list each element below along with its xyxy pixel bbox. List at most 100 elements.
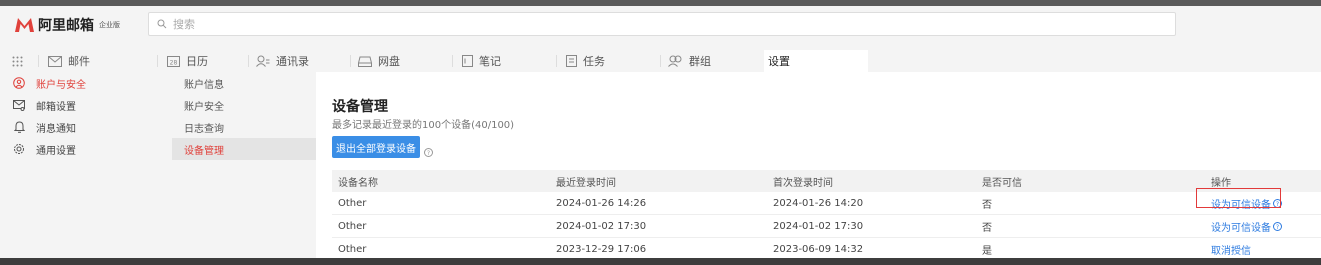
sub-item-account-info[interactable]: 账户信息 xyxy=(172,72,316,94)
search-box[interactable] xyxy=(148,12,1176,36)
tab-label: 设置 xyxy=(768,55,790,68)
tab-notes[interactable]: 笔记 xyxy=(462,50,501,72)
nav-item-mail-settings[interactable]: 邮箱设置 xyxy=(0,94,172,116)
sub-item-label: 账户安全 xyxy=(184,101,224,113)
tab-separator xyxy=(350,55,351,67)
tab-label: 群组 xyxy=(689,55,711,68)
table-row: Other 2024-01-26 14:26 2024-01-26 14:20 … xyxy=(332,192,1321,215)
tab-tasks[interactable]: 任务 xyxy=(566,50,605,72)
tab-label: 网盘 xyxy=(378,55,400,68)
page-title: 设备管理 xyxy=(332,99,388,115)
sub-item-label: 设备管理 xyxy=(184,145,224,157)
tab-calendar[interactable]: 28 日历 xyxy=(167,50,208,72)
drive-icon xyxy=(358,56,372,67)
help-icon[interactable]: ? xyxy=(1273,221,1282,231)
set-trusted-device-link[interactable]: 设为可信设备 ? xyxy=(1211,219,1282,234)
svg-text:28: 28 xyxy=(170,60,178,67)
cell-trusted: 否 xyxy=(982,199,992,211)
nav-label: 通用设置 xyxy=(36,145,76,157)
tab-label: 任务 xyxy=(583,55,605,68)
tab-groups[interactable]: 群组 xyxy=(668,50,711,72)
header-last-login: 最近登录时间 xyxy=(556,177,616,189)
cell-last-login: 2023-12-29 17:06 xyxy=(556,243,647,255)
search-input[interactable] xyxy=(173,17,573,31)
help-icon[interactable]: ? xyxy=(424,142,433,161)
svg-text:?: ? xyxy=(1276,224,1279,231)
tab-label: 日历 xyxy=(186,55,208,68)
contacts-icon xyxy=(256,55,270,67)
highlight-annotation-box xyxy=(1196,188,1281,208)
brand-logo[interactable]: 阿里邮箱 企业版 xyxy=(14,15,120,35)
tab-separator xyxy=(452,55,453,67)
sub-item-log-query[interactable]: 日志查询 xyxy=(172,116,316,138)
brand-edition: 企业版 xyxy=(99,21,120,29)
cell-first-login: 2023-06-09 14:32 xyxy=(773,243,864,255)
settings-left-nav: 账户与安全 邮箱设置 消息通知 通用设置 xyxy=(0,72,172,160)
mail-app: 阿里邮箱 企业版 邮件 28 日历 通讯录 网盘 xyxy=(0,6,1321,261)
tab-drive[interactable]: 网盘 xyxy=(358,50,400,72)
settings-sub-nav: 账户信息 账户安全 日志查询 设备管理 xyxy=(172,72,316,260)
cell-device-name: Other xyxy=(338,220,367,232)
cell-device-name: Other xyxy=(338,243,367,255)
device-management-panel: 设备管理 最多记录最近登录的100个设备(40/100) 退出全部登录设备 ? … xyxy=(316,72,1321,261)
tab-separator xyxy=(38,55,39,67)
sub-item-label: 日志查询 xyxy=(184,123,224,135)
action-label: 设为可信设备 xyxy=(1211,222,1271,234)
table-row: Other 2024-01-02 17:30 2024-01-02 17:30 … xyxy=(332,215,1321,238)
tab-separator xyxy=(556,55,557,67)
gear-icon xyxy=(12,143,26,155)
brand-name: 阿里邮箱 xyxy=(38,18,94,34)
mail-settings-icon xyxy=(12,99,26,111)
header-trusted: 是否可信 xyxy=(982,177,1022,189)
note-icon xyxy=(462,55,473,67)
tab-separator xyxy=(660,55,661,67)
calendar-icon: 28 xyxy=(167,55,180,67)
nav-label: 邮箱设置 xyxy=(36,101,76,113)
nav-item-general-settings[interactable]: 通用设置 xyxy=(0,138,172,160)
tab-label: 通讯录 xyxy=(276,55,309,68)
task-icon xyxy=(566,55,577,67)
bell-icon xyxy=(12,121,26,133)
nav-label: 账户与安全 xyxy=(36,79,86,91)
group-icon xyxy=(668,55,683,67)
nav-label: 消息通知 xyxy=(36,123,76,135)
nav-item-notifications[interactable]: 消息通知 xyxy=(0,116,172,138)
tab-contacts[interactable]: 通讯录 xyxy=(256,50,309,72)
cell-first-login: 2024-01-02 17:30 xyxy=(773,220,864,232)
cell-last-login: 2024-01-26 14:26 xyxy=(556,197,647,209)
cell-first-login: 2024-01-26 14:20 xyxy=(773,197,864,209)
sub-item-label: 账户信息 xyxy=(184,79,224,91)
module-tabs: 邮件 28 日历 通讯录 网盘 笔记 任务 群组 设置 xyxy=(0,50,1321,72)
cell-device-name: Other xyxy=(338,197,367,209)
action-label: 取消授信 xyxy=(1211,245,1251,257)
header: 阿里邮箱 企业版 xyxy=(0,6,1321,42)
cell-trusted: 是 xyxy=(982,245,992,257)
tab-mail[interactable]: 邮件 xyxy=(48,50,90,72)
sub-item-account-security[interactable]: 账户安全 xyxy=(172,94,316,116)
tab-label: 邮件 xyxy=(68,55,90,68)
apps-grid-button[interactable] xyxy=(12,50,23,72)
sub-item-device-management[interactable]: 设备管理 xyxy=(172,138,316,160)
page-subtitle: 最多记录最近登录的100个设备(40/100) xyxy=(332,120,515,131)
header-first-login: 首次登录时间 xyxy=(773,177,833,189)
tab-separator xyxy=(157,55,158,67)
tab-settings[interactable]: 设置 xyxy=(764,50,868,72)
table-header: 设备名称 最近登录时间 首次登录时间 是否可信 操作 xyxy=(332,170,1321,192)
header-action: 操作 xyxy=(1211,177,1231,189)
tab-label: 笔记 xyxy=(479,55,501,68)
mail-icon xyxy=(48,55,62,67)
svg-text:?: ? xyxy=(427,150,430,157)
grid-icon xyxy=(12,56,23,66)
cell-trusted: 否 xyxy=(982,222,992,234)
revoke-trust-link[interactable]: 取消授信 xyxy=(1211,242,1251,257)
window-bottom-strip xyxy=(0,258,1321,265)
logout-all-devices-button[interactable]: 退出全部登录设备 xyxy=(332,136,420,158)
cell-last-login: 2024-01-02 17:30 xyxy=(556,220,647,232)
device-table: 设备名称 最近登录时间 首次登录时间 是否可信 操作 Other 2024-01… xyxy=(332,170,1321,261)
cell-action: 取消授信 xyxy=(1205,242,1321,257)
header-device-name: 设备名称 xyxy=(338,177,378,189)
tab-separator xyxy=(248,55,249,67)
logo-m-icon xyxy=(15,18,34,32)
nav-item-account-security[interactable]: 账户与安全 xyxy=(0,72,172,94)
search-icon xyxy=(157,19,167,29)
